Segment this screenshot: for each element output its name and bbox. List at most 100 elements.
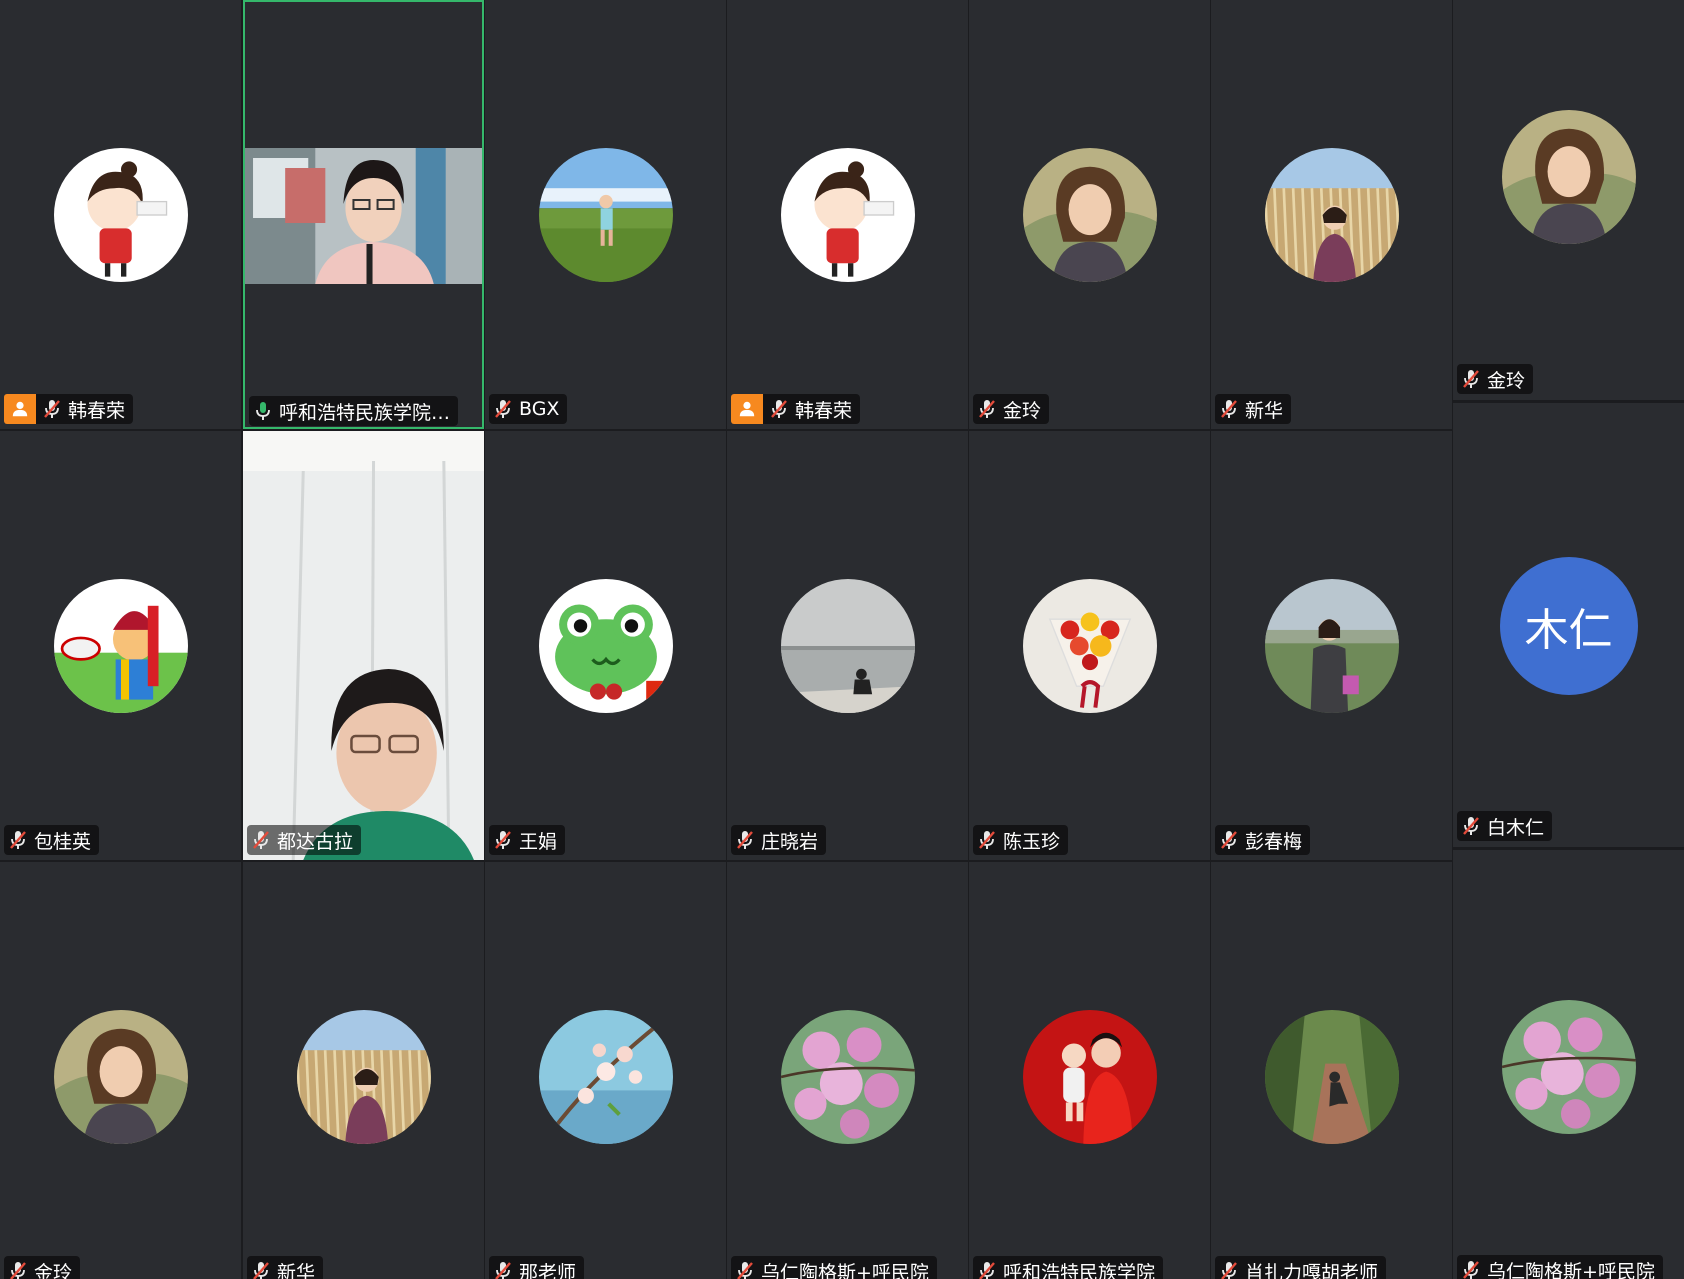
participant-name: 新华 [277, 1261, 316, 1279]
muted-mic-icon [251, 829, 271, 851]
muted-mic-icon [8, 829, 28, 851]
participant-avatar [538, 1010, 673, 1144]
participant-avatar [53, 579, 188, 713]
participant-name: 彭春梅 [1245, 830, 1303, 853]
participant-name-label: 那老师 [489, 1256, 585, 1279]
mic-icon [253, 400, 273, 422]
muted-mic-icon [1461, 1259, 1481, 1279]
participant-name: 韩春荣 [68, 399, 126, 422]
muted-mic-icon [1219, 1260, 1239, 1279]
participant-name-label: 都达古拉 [247, 825, 362, 855]
participant-avatar [1264, 148, 1399, 282]
participant-tile[interactable]: 呼和浩特民族学院… [243, 0, 484, 429]
muted-mic-icon [1219, 829, 1239, 851]
muted-mic-icon [1461, 815, 1481, 837]
participant-avatar [53, 1010, 188, 1144]
participant-name-label: 包桂英 [4, 825, 100, 855]
participant-tile[interactable]: 乌仁陶格斯+呼民院 [1453, 850, 1684, 1279]
participant-name: 韩春荣 [795, 399, 853, 422]
participant-name: 金玲 [34, 1261, 73, 1279]
muted-mic-icon [977, 1260, 997, 1279]
participant-name-label: 金玲 [1457, 364, 1534, 394]
participant-name: 王娟 [519, 830, 558, 853]
participant-tile[interactable]: 那老师 [485, 862, 726, 1279]
muted-mic-icon [493, 398, 513, 420]
participant-tile[interactable]: 呼和浩特民族学院 [969, 862, 1210, 1279]
participant-avatar [1501, 1000, 1636, 1134]
participant-avatar [538, 579, 673, 713]
participant-name: 包桂英 [34, 830, 92, 853]
participant-avatar [1022, 579, 1157, 713]
muted-mic-icon [251, 1260, 271, 1279]
participant-name: 乌仁陶格斯+呼民院 [761, 1261, 929, 1279]
participant-tile[interactable]: 韩春荣 [727, 0, 968, 429]
participant-name: 那老师 [519, 1261, 577, 1279]
participant-name-label: 金玲 [973, 394, 1050, 424]
participant-name: BGX [519, 398, 560, 420]
participant-tile[interactable]: 新华 [243, 862, 484, 1279]
participant-tile[interactable]: 肖扎力嘎胡老师 [1211, 862, 1452, 1279]
participant-name-label: 韩春荣 [731, 394, 861, 424]
participant-name: 呼和浩特民族学院 [1003, 1261, 1156, 1279]
participant-tile[interactable]: BGX [485, 0, 726, 429]
muted-mic-icon [769, 398, 789, 420]
participant-tile[interactable]: 陈玉珍 [969, 431, 1210, 860]
muted-mic-icon [977, 829, 997, 851]
participant-name-label: 呼和浩特民族学院… [249, 396, 459, 426]
muted-mic-icon [1461, 368, 1481, 390]
participant-name-label: BGX [489, 394, 568, 424]
participant-name: 乌仁陶格斯+呼民院 [1487, 1260, 1655, 1279]
participant-avatar [780, 579, 915, 713]
muted-mic-icon [735, 1260, 755, 1279]
participant-name-label: 王娟 [489, 825, 566, 855]
participant-avatar [1501, 110, 1636, 244]
participant-name: 呼和浩特民族学院… [279, 401, 451, 424]
participant-tile[interactable]: 包桂英 [0, 431, 241, 860]
muted-mic-icon [42, 398, 62, 420]
participant-tile[interactable]: 韩春荣 [0, 0, 241, 429]
participant-tile[interactable]: 金玲 [0, 862, 241, 1279]
participant-tile[interactable]: 乌仁陶格斯+呼民院 [727, 862, 968, 1279]
participant-tile[interactable]: 都达古拉 [243, 431, 484, 860]
participant-tile[interactable]: 金玲 [969, 0, 1210, 429]
participant-tile[interactable]: 金玲 [1453, 0, 1684, 400]
muted-mic-icon [493, 829, 513, 851]
participant-name: 金玲 [1487, 369, 1526, 392]
participant-name-label: 新华 [1215, 394, 1292, 424]
muted-mic-icon [977, 398, 997, 420]
participant-tile[interactable]: 庄晓岩 [727, 431, 968, 860]
participant-name-label: 庄晓岩 [731, 825, 827, 855]
muted-mic-icon [8, 1260, 28, 1279]
host-badge-icon [731, 394, 763, 424]
participant-avatar [538, 148, 673, 282]
participant-name-label: 乌仁陶格斯+呼民院 [731, 1256, 937, 1279]
participant-avatar [296, 1010, 431, 1144]
participant-name-label: 呼和浩特民族学院 [973, 1256, 1164, 1279]
participant-name-label: 白木仁 [1457, 811, 1553, 841]
participant-tile[interactable]: 新华 [1211, 0, 1452, 429]
participant-name-label: 乌仁陶格斯+呼民院 [1457, 1255, 1663, 1279]
participant-tile[interactable]: 木仁白木仁 [1453, 403, 1684, 847]
participant-video [245, 148, 482, 284]
participant-avatar [780, 1010, 915, 1144]
participant-name-label: 彭春梅 [1215, 825, 1311, 855]
participant-avatar [780, 148, 915, 282]
muted-mic-icon [493, 1260, 513, 1279]
participant-name: 庄晓岩 [761, 830, 819, 853]
participant-name: 都达古拉 [277, 830, 354, 853]
participant-video [243, 431, 484, 860]
participant-tile[interactable]: 彭春梅 [1211, 431, 1452, 860]
participant-name: 新华 [1245, 399, 1284, 422]
participant-tile[interactable]: 王娟 [485, 431, 726, 860]
participant-name-label: 陈玉珍 [973, 825, 1069, 855]
participant-name: 白木仁 [1487, 816, 1545, 839]
participant-avatar [1264, 579, 1399, 713]
participant-avatar [53, 148, 188, 282]
participant-avatar [1264, 1010, 1399, 1144]
participant-name-label: 金玲 [4, 1256, 81, 1279]
initials-avatar: 木仁 [1499, 557, 1638, 695]
participant-name-label: 新华 [247, 1256, 324, 1279]
participant-avatar [1022, 1010, 1157, 1144]
participant-name-label: 肖扎力嘎胡老师 [1215, 1256, 1387, 1279]
muted-mic-icon [735, 829, 755, 851]
